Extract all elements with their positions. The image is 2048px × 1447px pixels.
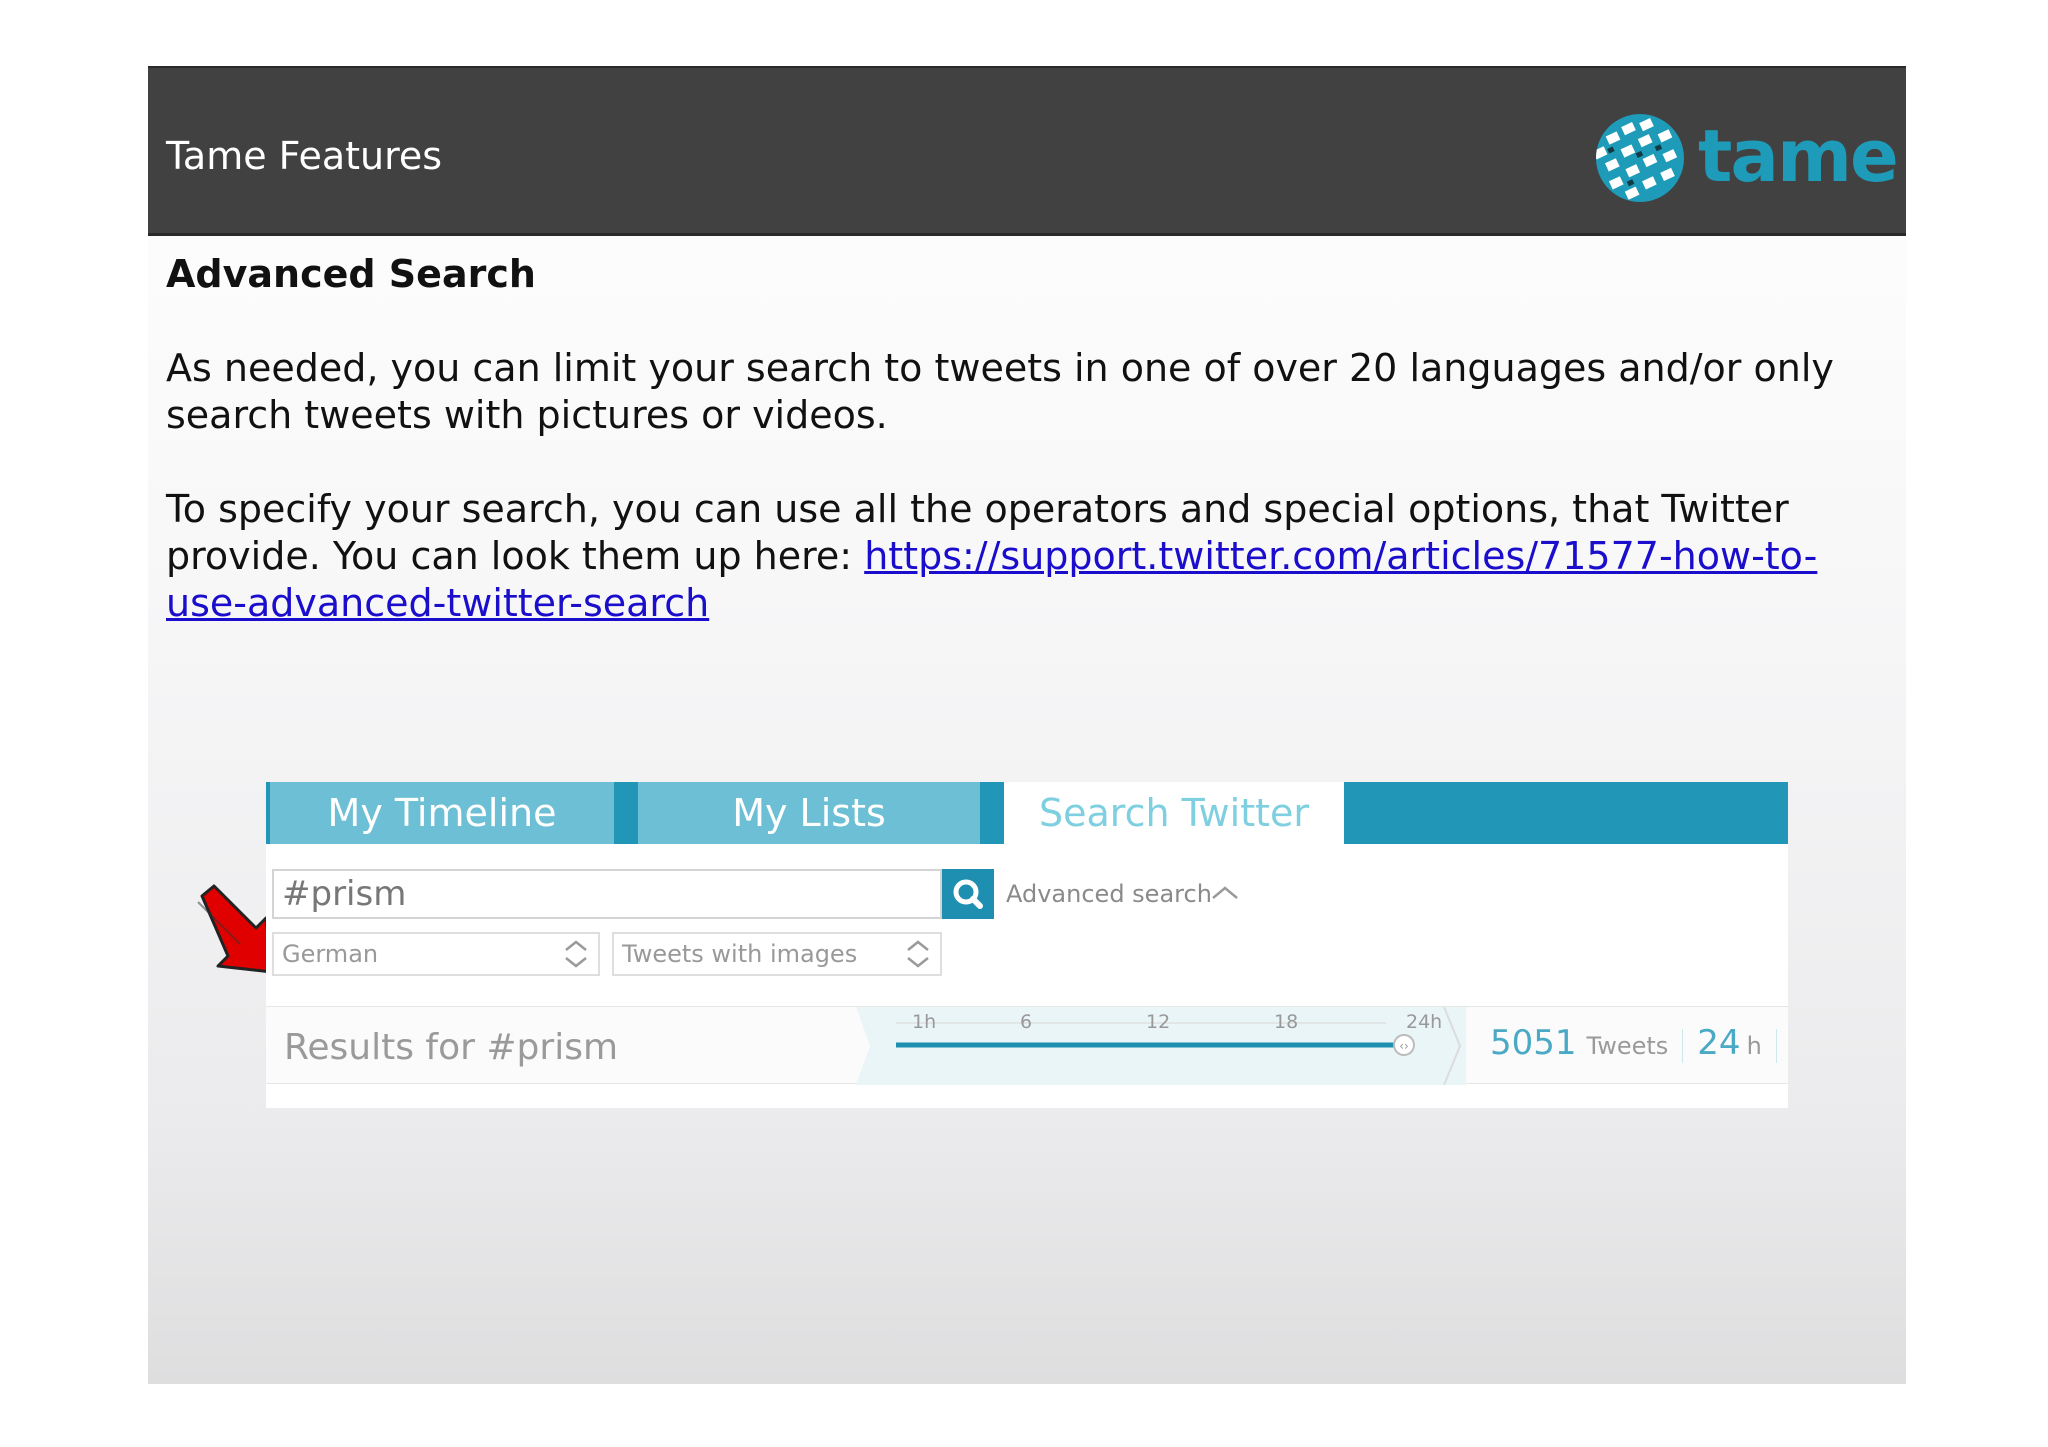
slide: Tame Features tame Advanced Search As ne… [148,66,1906,1384]
media-filter-value: Tweets with images [622,940,858,968]
tab-search-twitter[interactable]: Search Twitter [1004,782,1344,844]
time-window-value: 24 [1697,1023,1741,1063]
search-input[interactable] [272,869,942,919]
header-title: Tame Features [166,134,443,178]
results-label: Results for #prism [284,1027,619,1068]
divider [1682,1029,1684,1063]
tab-my-timeline[interactable]: My Timeline [270,782,614,844]
tick-label: 24h [1406,1011,1443,1033]
advanced-search-toggle[interactable]: Advanced search [1006,880,1212,908]
tick-label: 12 [1146,1011,1171,1033]
results-bar: Results for #prism ‹› 1h 6 12 18 24h 505… [266,1006,1791,1085]
result-count: 5051 Tweets 24 h [1490,1023,1791,1069]
tab-my-lists[interactable]: My Lists [638,782,980,844]
svg-text:‹›: ‹› [1399,1039,1409,1053]
select-arrows-icon [565,940,587,968]
globe-icon [1596,114,1684,202]
select-arrows-icon [907,940,929,968]
language-select-value: German [282,940,379,968]
tick-label: 1h [912,1011,937,1033]
logo-wordmark: tame [1698,114,1899,198]
language-select[interactable]: German [272,932,600,976]
search-icon [953,879,983,909]
red-arrow-annotation-icon [197,884,274,974]
intro-paragraph: As needed, you can limit your search to … [166,346,1834,437]
tweet-count-label: Tweets [1586,1032,1669,1060]
tame-logo: tame [1592,110,1899,206]
time-window-unit: h [1746,1032,1762,1060]
twitter-search-panel: My Timeline My Lists Search Twitter Adva… [266,782,1788,1108]
tab-bar: My Timeline My Lists Search Twitter [266,782,1788,844]
tick-label: 18 [1274,1011,1299,1033]
chevron-up-icon[interactable] [1211,882,1239,902]
operators-paragraph: To specify your search, you can use all … [166,486,1896,627]
divider [1775,1029,1777,1063]
tick-label: 6 [1020,1011,1033,1033]
search-button[interactable] [942,869,994,919]
tweet-count: 5051 [1490,1023,1577,1063]
media-filter-select[interactable]: Tweets with images [612,932,942,976]
slide-header: Tame Features tame [148,66,1906,236]
section-title: Advanced Search [166,252,536,296]
